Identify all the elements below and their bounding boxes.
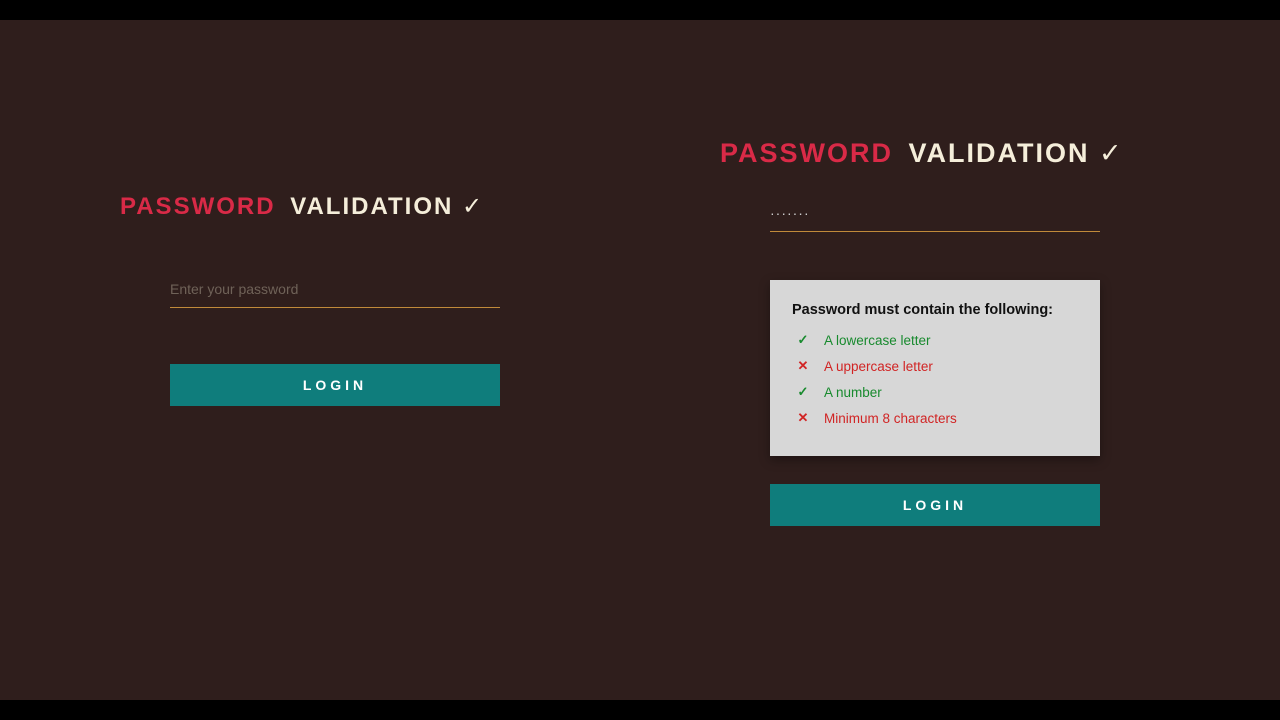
rule-status-icon: ✕	[796, 410, 810, 426]
password-input[interactable]	[770, 205, 1100, 221]
rule-status-icon: ✕	[796, 358, 810, 374]
login-panel-validating: PASSWORD VALIDATION ✓ Password must cont…	[720, 138, 1160, 526]
password-field-wrapper	[770, 199, 1100, 232]
rule-label: A number	[824, 385, 882, 400]
login-button[interactable]: LOGIN	[770, 484, 1100, 526]
rule-status-icon: ✓	[796, 332, 810, 348]
title-word-2: VALIDATION	[909, 138, 1090, 168]
password-input[interactable]	[170, 281, 500, 297]
rule-label: Minimum 8 characters	[824, 411, 957, 426]
login-panel-empty: PASSWORD VALIDATION ✓ LOGIN	[120, 192, 620, 406]
page-title: PASSWORD VALIDATION ✓	[120, 192, 620, 221]
rules-heading: Password must contain the following:	[792, 302, 1078, 318]
check-icon: ✓	[1099, 138, 1124, 168]
rule-number: ✓ A number	[792, 384, 1078, 400]
stage: PASSWORD VALIDATION ✓ LOGIN PASSWORD VAL…	[0, 20, 1280, 700]
login-button[interactable]: LOGIN	[170, 364, 500, 406]
title-word-2: VALIDATION	[290, 193, 453, 220]
rule-lowercase: ✓ A lowercase letter	[792, 332, 1078, 348]
rule-status-icon: ✓	[796, 384, 810, 400]
title-word-1: PASSWORD	[120, 193, 276, 220]
title-word-1: PASSWORD	[720, 138, 893, 168]
validation-rules-box: Password must contain the following: ✓ A…	[770, 280, 1100, 456]
rule-label: A lowercase letter	[824, 333, 931, 348]
check-icon: ✓	[462, 193, 484, 220]
rule-minlength: ✕ Minimum 8 characters	[792, 410, 1078, 426]
password-field-wrapper	[170, 275, 500, 308]
rule-uppercase: ✕ A uppercase letter	[792, 358, 1078, 374]
page-title: PASSWORD VALIDATION ✓	[720, 138, 1160, 169]
rule-label: A uppercase letter	[824, 359, 933, 374]
